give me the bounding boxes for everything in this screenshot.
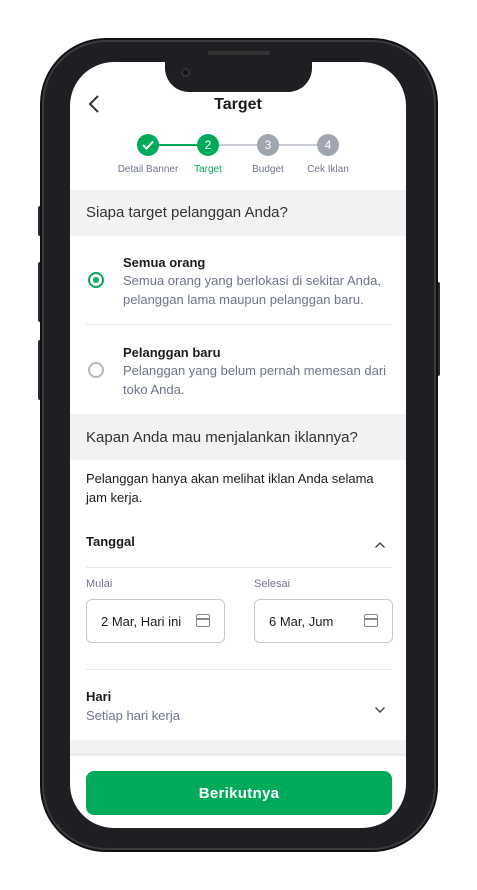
- front-camera: [181, 68, 190, 77]
- stepper-label-4: Cek Iklan: [307, 164, 349, 175]
- date-label: Tanggal: [86, 534, 135, 549]
- start-date-value: 2 Mar, Hari ini: [101, 613, 182, 629]
- chevron-down-icon: [374, 701, 386, 719]
- divider: [86, 324, 392, 325]
- stepper-line-2: [219, 144, 257, 146]
- calendar-icon: [196, 614, 210, 627]
- end-date-field[interactable]: 6 Mar, Jum: [254, 599, 393, 643]
- divider: [86, 669, 392, 670]
- page-title: Target: [214, 96, 262, 113]
- days-label: Hari: [86, 689, 112, 704]
- end-date-value: 6 Mar, Jum: [269, 613, 334, 629]
- option-description: Semua orang yang berlokasi di sekitar An…: [123, 273, 381, 307]
- stepper-step-2: 2: [197, 134, 219, 156]
- section-spacer: [70, 740, 406, 754]
- footer-shadow: [70, 754, 406, 757]
- start-date-label: Mulai: [86, 578, 113, 590]
- stepper-step-4: 4: [317, 134, 339, 156]
- schedule-info-text: Pelanggan hanya akan melihat iklan Anda …: [86, 471, 374, 505]
- check-icon: [142, 140, 154, 150]
- stepper-step-3: 3: [257, 134, 279, 156]
- option-title: Pelanggan baru: [123, 345, 221, 360]
- radio-pelanggan-baru[interactable]: [88, 362, 104, 378]
- chevron-up-icon: [374, 536, 386, 554]
- schedule-section-title: Kapan Anda mau menjalankan iklannya?: [86, 429, 358, 446]
- target-section-title: Siapa target pelanggan Anda?: [86, 204, 288, 221]
- next-button[interactable]: Berikutnya: [86, 771, 392, 815]
- stepper-line-1: [158, 144, 200, 146]
- phone-speaker: [208, 51, 270, 55]
- app-content: Target 2 3 4 Detail Banner Target Budget…: [0, 0, 477, 890]
- calendar-icon: [364, 614, 378, 627]
- days-value: Setiap hari kerja: [86, 708, 180, 723]
- option-title: Semua orang: [123, 255, 206, 270]
- end-date-label: Selesai: [254, 578, 291, 590]
- option-description: Pelanggan yang belum pernah memesan dari…: [123, 363, 387, 397]
- radio-semua-orang[interactable]: [88, 272, 104, 288]
- stepper-line-3: [279, 144, 317, 146]
- divider: [86, 567, 392, 568]
- stepper-step-1: [137, 134, 159, 156]
- start-date-field[interactable]: 2 Mar, Hari ini: [86, 599, 225, 643]
